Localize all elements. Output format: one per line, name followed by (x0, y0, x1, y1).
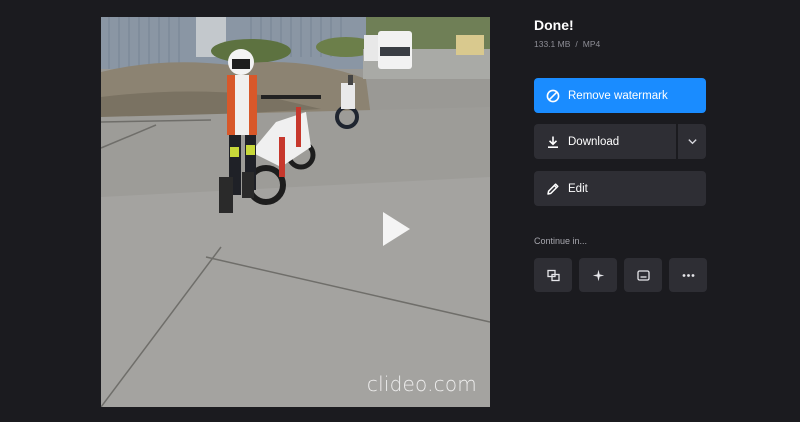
pencil-icon (546, 182, 560, 196)
merge-tool-button[interactable] (534, 258, 572, 292)
more-tools-button[interactable] (669, 258, 707, 292)
file-size: 133.1 MB (534, 39, 571, 49)
play-button[interactable] (379, 209, 413, 249)
edit-button[interactable]: Edit (534, 171, 706, 206)
continue-in-label: Continue in... (534, 236, 588, 246)
watermark-text: clideo.com (366, 372, 477, 396)
file-meta: 133.1 MB / MP4 (534, 39, 600, 49)
prohibited-circle-icon (546, 89, 560, 103)
sparkle-effects-icon (592, 269, 604, 281)
edit-label: Edit (568, 182, 588, 195)
page-title: Done! (534, 17, 574, 33)
play-icon (383, 212, 410, 246)
remove-watermark-label: Remove watermark (568, 89, 668, 102)
effects-tool-button[interactable] (579, 258, 617, 292)
subtitles-icon (636, 269, 650, 281)
merge-icon (546, 269, 560, 281)
download-options-dropdown[interactable] (677, 124, 706, 159)
subtitles-tool-button[interactable] (624, 258, 662, 292)
file-format: MP4 (582, 39, 601, 49)
more-dots-icon (682, 273, 694, 277)
video-preview[interactable]: clideo.com (101, 17, 490, 407)
chevron-down-icon (687, 139, 697, 145)
video-frame-image (101, 17, 490, 407)
download-arrow-icon (546, 135, 560, 149)
remove-watermark-button[interactable]: Remove watermark (534, 78, 706, 113)
download-button[interactable]: Download (534, 124, 676, 159)
download-label: Download (568, 135, 620, 148)
meta-separator: / (575, 39, 578, 49)
